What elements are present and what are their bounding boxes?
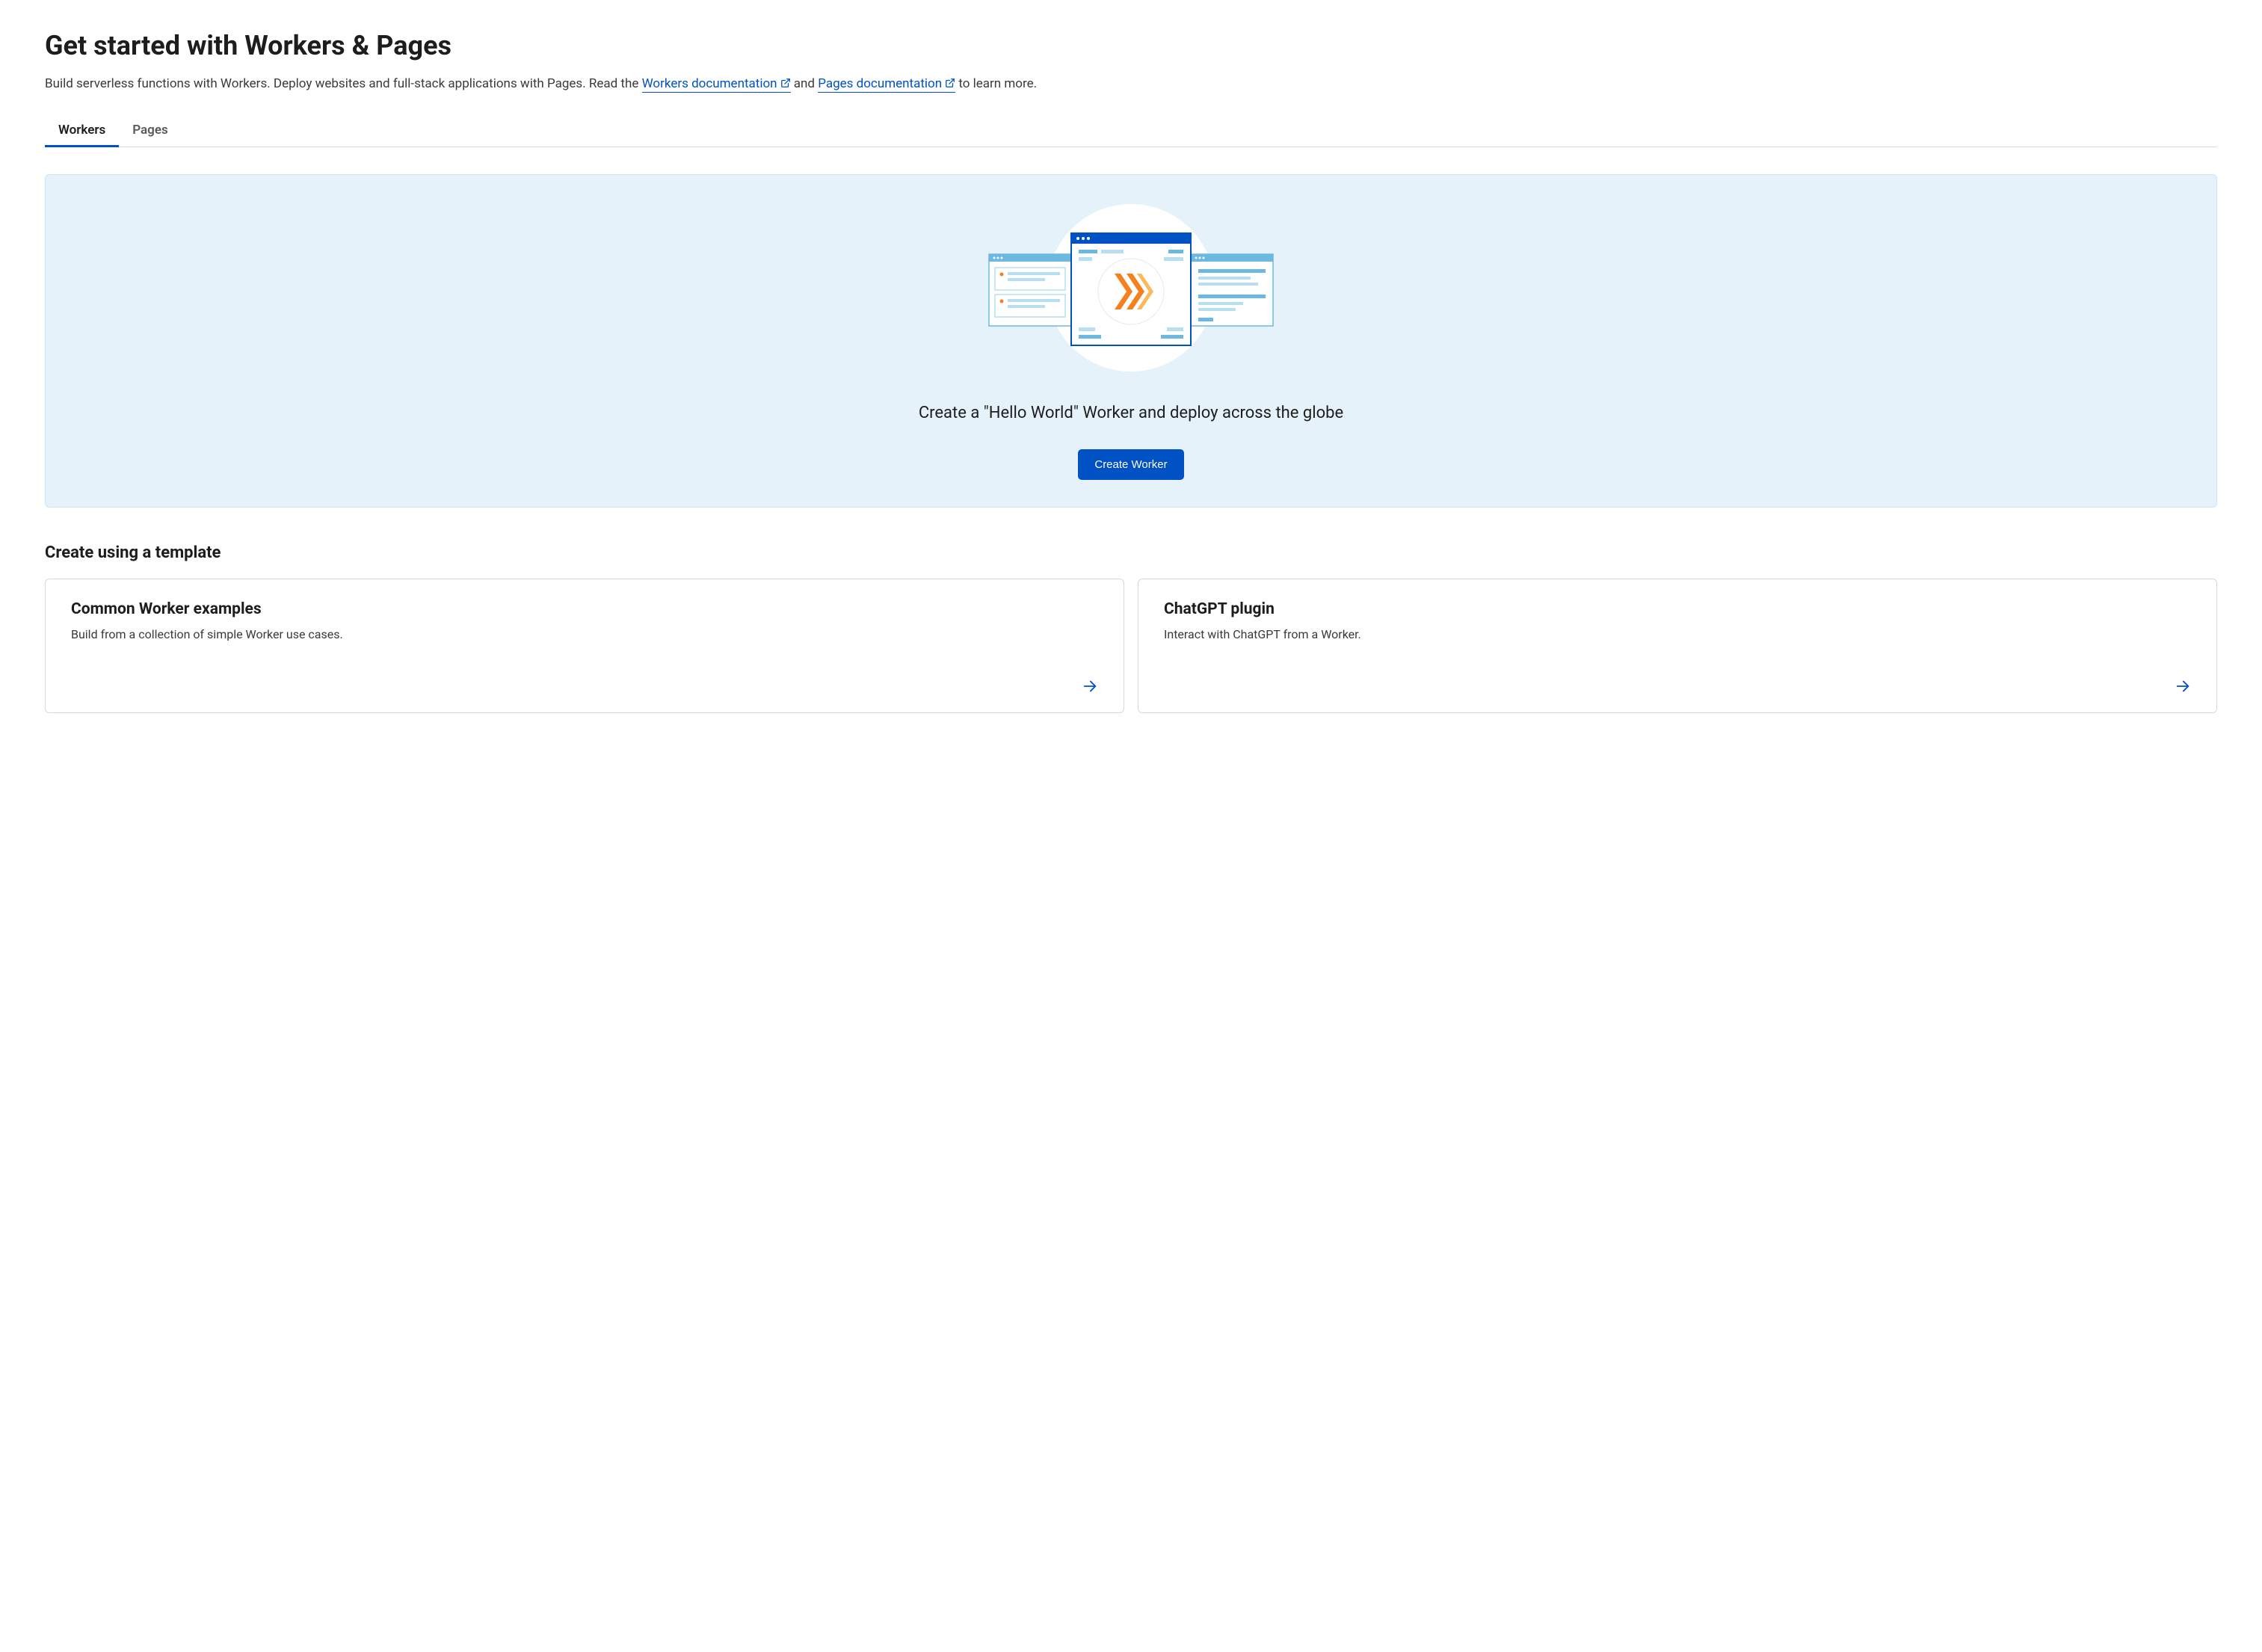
external-link-icon [780, 75, 791, 95]
template-desc: Build from a collection of simple Worker… [71, 627, 1098, 663]
external-link-icon [945, 75, 955, 95]
arrow-right-icon [1082, 678, 1098, 697]
desc-mid: and [794, 76, 818, 91]
tab-workers[interactable]: Workers [45, 115, 119, 147]
page-description: Build serverless functions with Workers.… [45, 75, 2217, 94]
desc-prefix: Build serverless functions with Workers.… [45, 76, 642, 91]
template-title: Common Worker examples [71, 600, 1098, 618]
templates-heading: Create using a template [45, 543, 2217, 562]
hero-card: Create a "Hello World" Worker and deploy… [45, 174, 2217, 508]
create-worker-button[interactable]: Create Worker [1078, 449, 1183, 480]
arrow-right-icon [2175, 678, 2191, 697]
template-card-common-examples[interactable]: Common Worker examples Build from a coll… [45, 579, 1124, 713]
tab-pages[interactable]: Pages [119, 115, 182, 147]
page-title: Get started with Workers & Pages [45, 30, 2217, 61]
template-grid: Common Worker examples Build from a coll… [45, 579, 2217, 713]
template-desc: Interact with ChatGPT from a Worker. [1164, 627, 2191, 663]
template-card-chatgpt-plugin[interactable]: ChatGPT plugin Interact with ChatGPT fro… [1138, 579, 2217, 713]
tabs-bar: Workers Pages [45, 115, 2217, 147]
workers-doc-link[interactable]: Workers documentation [642, 76, 791, 93]
desc-suffix: to learn more. [958, 76, 1037, 91]
pages-doc-link[interactable]: Pages documentation [818, 76, 955, 93]
template-title: ChatGPT plugin [1164, 600, 2191, 618]
hero-tagline: Create a "Hello World" Worker and deploy… [73, 404, 2189, 422]
hero-illustration [73, 202, 2189, 374]
